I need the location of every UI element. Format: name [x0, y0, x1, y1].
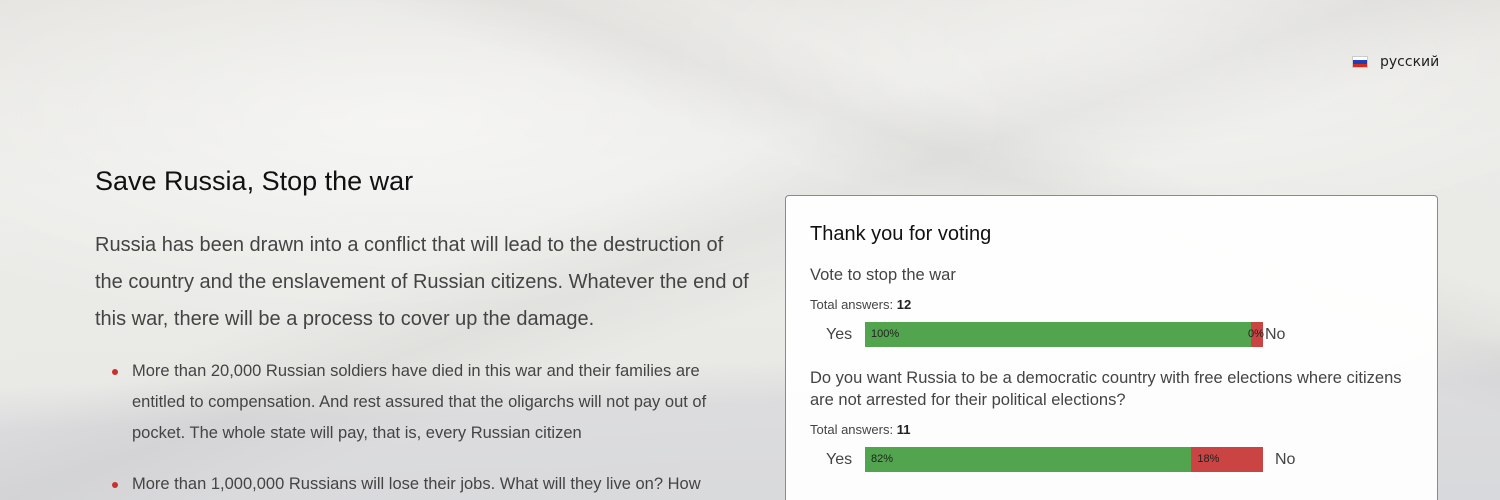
lead-paragraph: Russia has been drawn into a conflict th…: [95, 234, 749, 330]
list-item: More than 20,000 Russian soldiers have d…: [112, 356, 755, 449]
total-answers-count: 12: [896, 297, 912, 312]
poll-title: Thank you for voting: [810, 223, 992, 245]
language-label: русский: [1380, 54, 1440, 70]
total-answers-count: 11: [896, 422, 911, 437]
total-answers: Total answers: 11: [810, 422, 1413, 437]
no-segment: 0%: [1248, 322, 1264, 347]
yes-label: Yes: [826, 450, 853, 468]
no-label: No: [1275, 450, 1296, 468]
poll-results-card: Thank you for voting Vote to stop the wa…: [785, 195, 1438, 500]
language-switcher[interactable]: русский: [1352, 54, 1439, 70]
no-percent: 0%: [1248, 328, 1264, 340]
yes-percent: 82%: [871, 453, 894, 465]
page-title: Save Russia, Stop the war: [95, 166, 414, 196]
total-answers-label: Total answers:: [810, 422, 894, 437]
result-row: Yes 82% 18% No: [810, 447, 1413, 472]
yes-segment: 100%: [865, 322, 1252, 347]
total-answers: Total answers: 12: [810, 297, 1413, 312]
result-bar: 100% 0%: [865, 322, 1264, 347]
total-answers-label: Total answers:: [810, 297, 894, 312]
poll-question: Do you want Russia to be a democratic co…: [810, 369, 1402, 409]
poll-question: Vote to stop the war: [810, 266, 956, 284]
no-segment: 18%: [1191, 447, 1263, 472]
no-percent: 18%: [1197, 453, 1220, 465]
no-label: No: [1265, 325, 1286, 343]
russia-flag-icon: [1352, 56, 1368, 68]
main-content: Save Russia, Stop the war Russia has bee…: [95, 164, 755, 500]
list-item: More than 1,000,000 Russians will lose t…: [112, 469, 755, 500]
bullet-list: More than 20,000 Russian soldiers have d…: [95, 356, 755, 500]
yes-percent: 100%: [871, 328, 900, 340]
result-row: Yes 100% 0% No: [810, 322, 1413, 347]
result-bar: 82% 18%: [865, 447, 1263, 472]
yes-label: Yes: [826, 325, 853, 343]
yes-segment: 82%: [865, 447, 1192, 472]
